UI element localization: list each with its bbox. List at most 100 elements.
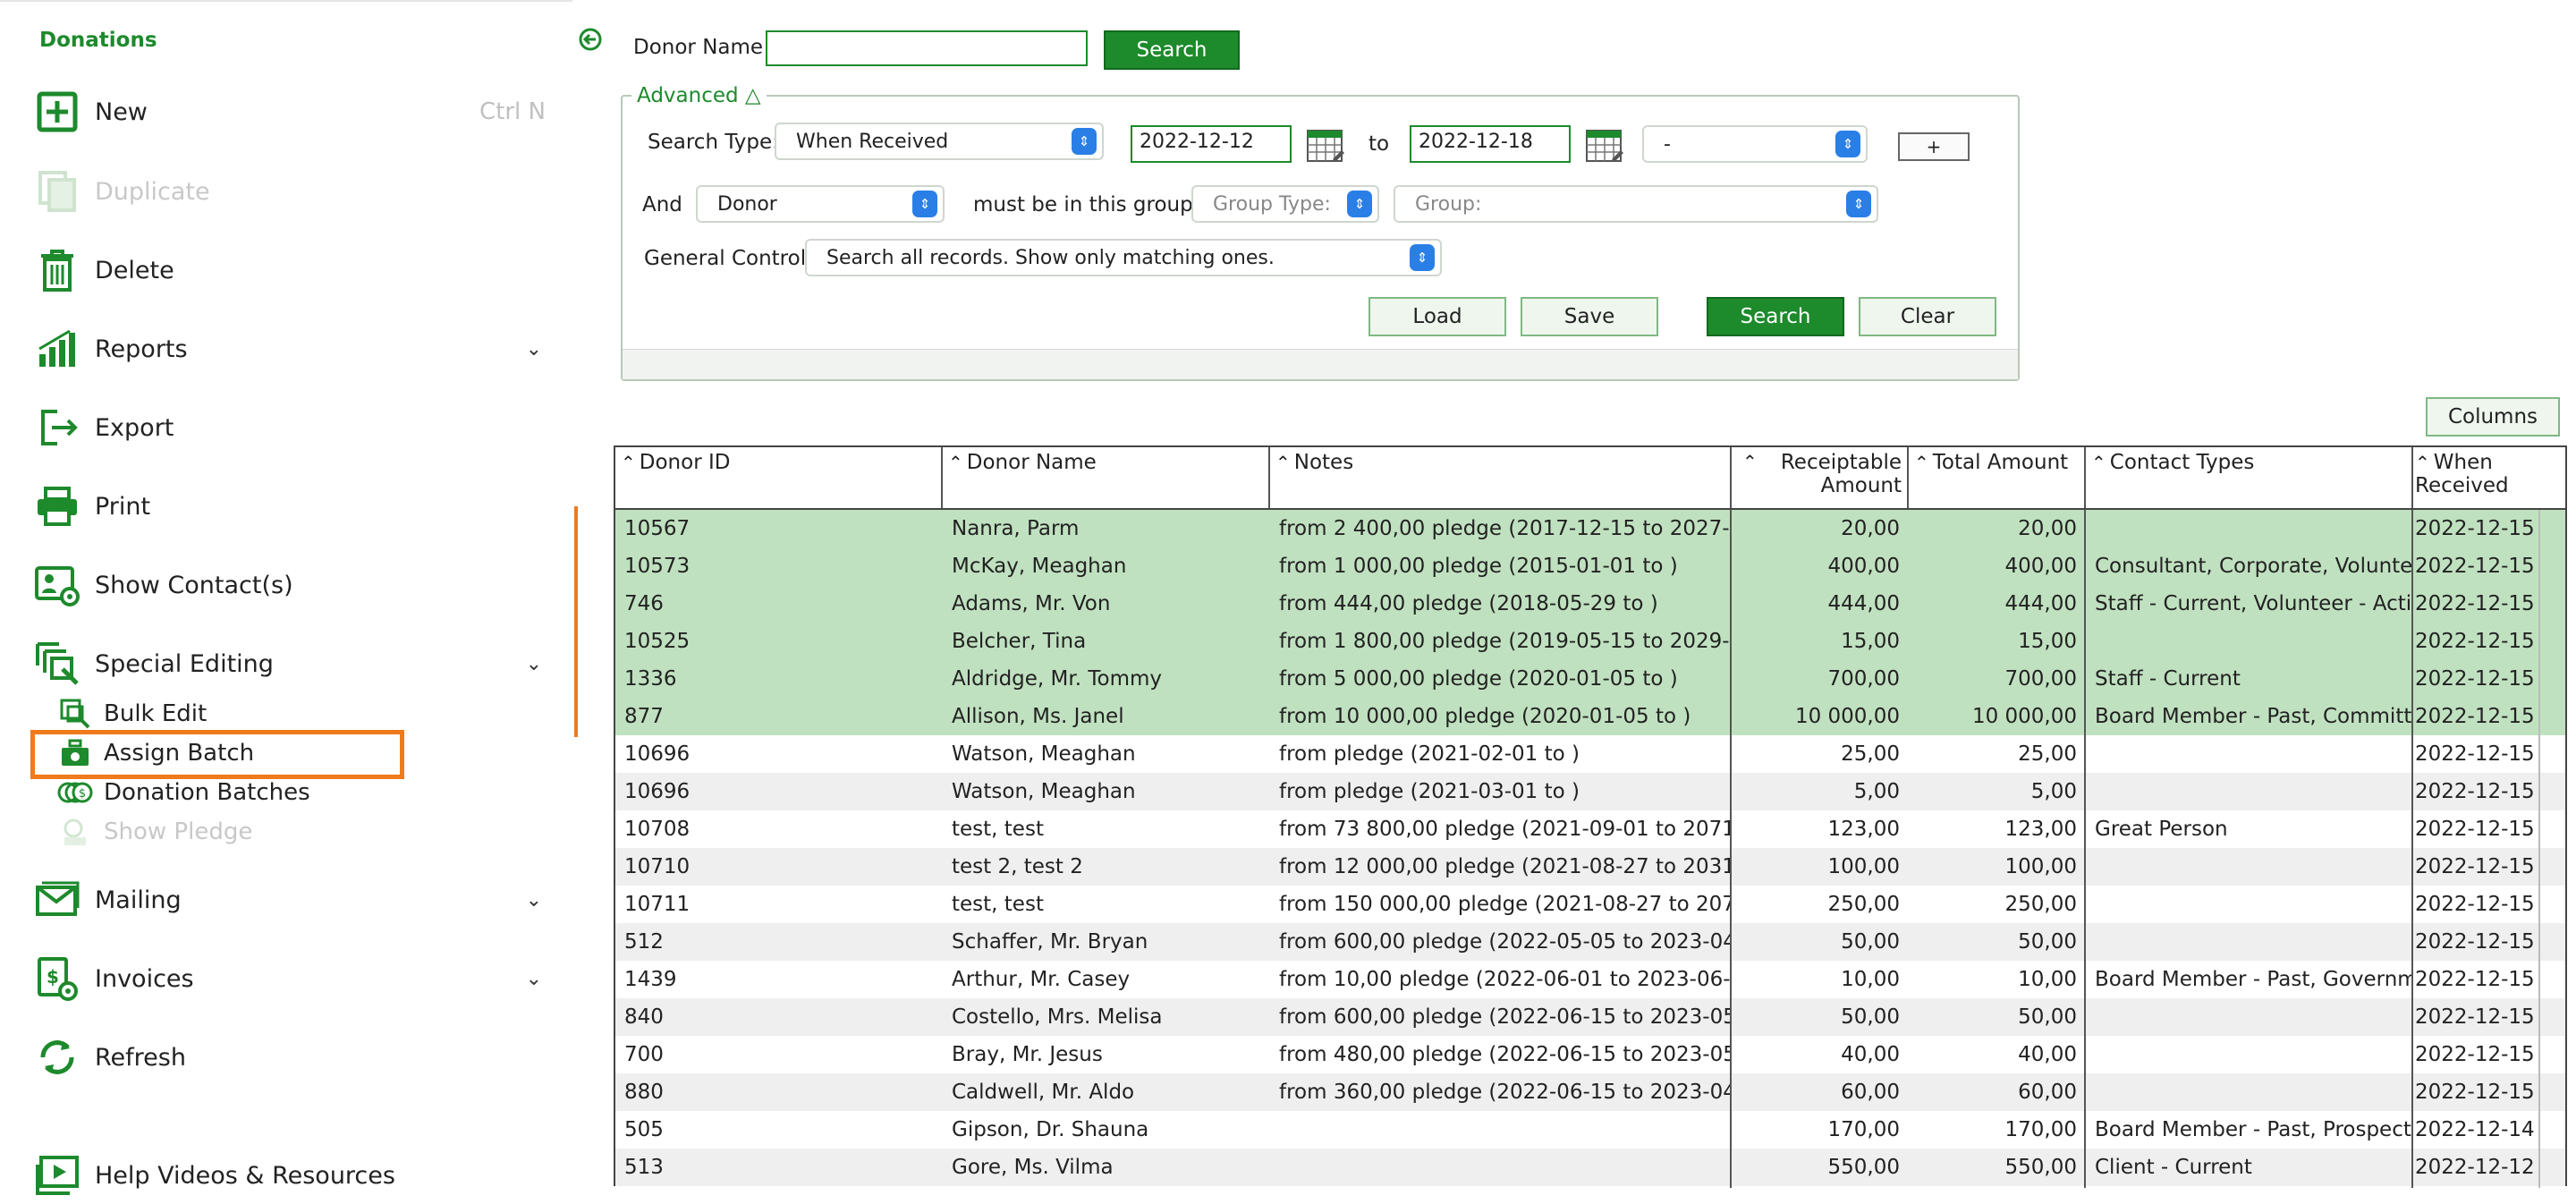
table-row[interactable]: 10573 McKay, Meaghan from 1 000,00 pledge … (615, 547, 2565, 585)
sidebar-item-export[interactable]: Export (32, 401, 560, 454)
table-row[interactable]: 513 Gore, Ms. Vilma 550,00 550,00 Client - C… (615, 1149, 2565, 1186)
table-row[interactable]: 505 Gipson, Dr. Shauna 170,00 170,00 Board M… (615, 1111, 2565, 1149)
table-row[interactable]: 10708 test, test from 73 800,00 pledge (20… (615, 810, 2565, 848)
cell-contact-types (2086, 998, 2413, 1036)
sidebar-item-label: Reports (95, 335, 188, 363)
table-row[interactable]: 10710 test 2, test 2 from 12 000,00 pledge… (615, 848, 2565, 886)
cell-receiptable-amount: 550,00 (1827, 1156, 1900, 1179)
load-button[interactable]: Load (1368, 297, 1506, 336)
and-entity-select[interactable]: Donor ⇕ (696, 185, 945, 223)
calendar-icon[interactable] (1306, 127, 1345, 166)
table-row[interactable]: 877 Allison, Ms. Janel from 10 000,00 pled… (615, 698, 2565, 735)
column-header-contact-types[interactable]: ⌃ Contact Types (2086, 447, 2413, 508)
search-type-select[interactable]: When Received ⇕ (775, 123, 1104, 160)
cell-total-amount: 100,00 (2004, 855, 2077, 878)
column-header-donor-name[interactable]: ⌃ Donor Name (943, 447, 1270, 508)
column-header-notes[interactable]: ⌃ Notes (1270, 447, 1732, 508)
column-header-donor-id[interactable]: ⌃ Donor ID (615, 447, 943, 508)
sidebar-item-help-videos[interactable]: Help Videos & Resources (32, 1149, 560, 1202)
table-row[interactable]: 700 Bray, Mr. Jesus from 480,00 pledge (20… (615, 1036, 2565, 1073)
sidebar-item-show-contacts[interactable]: Show Contact(s) (32, 558, 560, 612)
advanced-toggle[interactable]: Advanced △ (631, 84, 767, 107)
cell-donor-name: Arthur, Mr. Casey (952, 968, 1131, 991)
back-arrow-icon[interactable] (578, 27, 603, 55)
donor-name-input[interactable] (766, 30, 1088, 66)
sidebar-item-print[interactable]: Print (32, 479, 560, 533)
table-row[interactable]: 840 Costello, Mrs. Melisa from 600,00 pled… (615, 998, 2565, 1036)
chevron-down-icon[interactable]: ⌄ (526, 968, 542, 990)
cell-contact-types: Staff - Current (2095, 667, 2241, 691)
column-header-total-amount[interactable]: ⌃ Total Amount (1909, 447, 2086, 508)
sidebar-item-label: Show Contact(s) (95, 571, 293, 599)
cell-donor-id: 10696 (624, 780, 691, 803)
date-from-field[interactable]: 2022-12-12 (1131, 125, 1292, 163)
column-header-when-received[interactable]: ⌃ When Received (2413, 447, 2565, 508)
table-right-edge (2538, 510, 2540, 1188)
table-row[interactable]: 10696 Watson, Meaghan from pledge (2021-03… (615, 773, 2565, 810)
cell-notes: from 600,00 pledge (2022-05-05 to 2023-0… (1279, 930, 1732, 954)
sidebar-subitem-donation-batches[interactable]: $ Donation Batches (57, 775, 397, 810)
cell-notes: from 10,00 pledge (2022-06-01 to 2023-06… (1279, 968, 1732, 991)
video-icon (32, 1150, 82, 1200)
date-to-field[interactable]: 2022-12-18 (1410, 125, 1571, 163)
sidebar-item-invoices[interactable]: $ Invoices ⌄ (32, 952, 560, 1005)
sidebar-item-mailing[interactable]: Mailing ⌄ (32, 873, 560, 927)
cell-donor-id: 10710 (624, 855, 691, 878)
cell-receiptable-amount: 20,00 (1841, 517, 1900, 540)
sidebar-item-delete[interactable]: Delete (32, 243, 560, 297)
group-select[interactable]: Group: ⇕ (1394, 185, 1878, 223)
cell-when-received: 2022-12-12 (2415, 1156, 2535, 1179)
date-range-select[interactable]: - ⇕ (1642, 125, 1868, 163)
sort-icon: ⌃ (2091, 452, 2106, 473)
chevron-down-icon[interactable]: ⌄ (526, 653, 542, 675)
column-header-label: Received (2415, 474, 2509, 497)
add-criteria-button[interactable]: + (1898, 132, 1970, 161)
general-control-select[interactable]: Search all records. Show only matching o… (805, 239, 1442, 276)
table-row[interactable]: 10525 Belcher, Tina from 1 800,00 pledge (… (615, 623, 2565, 660)
cell-contact-types: Board Member - Past, Committee (2095, 705, 2413, 728)
table-row[interactable]: 880 Caldwell, Mr. Aldo from 360,00 pledge … (615, 1073, 2565, 1111)
sidebar-item-refresh[interactable]: Refresh (32, 1030, 560, 1084)
table-row[interactable]: 10567 Nanra, Parm from 2 400,00 pledge (20… (615, 510, 2565, 547)
sidebar-item-special-editing[interactable]: Special Editing ⌄ (32, 637, 560, 691)
clear-button[interactable]: Clear (1859, 297, 1996, 336)
save-button[interactable]: Save (1521, 297, 1658, 336)
sidebar-subitem-show-pledge[interactable]: Show Pledge (57, 814, 397, 850)
printer-icon (32, 481, 82, 531)
columns-button[interactable]: Columns (2426, 397, 2560, 437)
table-row[interactable]: 1439 Arthur, Mr. Casey from 10,00 pledge (… (615, 961, 2565, 998)
cell-donor-name: Nanra, Parm (952, 517, 1080, 540)
sidebar-item-new[interactable]: New Ctrl N (32, 85, 560, 139)
cell-receiptable-amount: 100,00 (1827, 855, 1900, 878)
sidebar-item-label: New (95, 98, 148, 126)
table-row[interactable]: 1336 Aldridge, Mr. Tommy from 5 000,00 ple… (615, 660, 2565, 698)
calendar-icon[interactable] (1585, 127, 1624, 166)
table-row[interactable]: 10696 Watson, Meaghan from pledge (2021-02… (615, 735, 2565, 773)
advanced-search-button[interactable]: Search (1707, 297, 1844, 336)
column-header-receiptable-amount[interactable]: ⌃ Receiptable Amount (1732, 447, 1909, 508)
column-header-label: Donor ID (639, 451, 731, 474)
cell-total-amount: 123,00 (2004, 818, 2077, 841)
cell-when-received: 2022-12-15 (2415, 705, 2535, 728)
table-row[interactable]: 746 Adams, Mr. Von from 444,00 pledge (201… (615, 585, 2565, 623)
cell-total-amount: 700,00 (2004, 667, 2077, 691)
cell-donor-id: 10711 (624, 893, 691, 916)
refresh-icon (32, 1032, 82, 1082)
cell-total-amount: 250,00 (2004, 893, 2077, 916)
cell-donor-name: Costello, Mrs. Melisa (952, 1005, 1163, 1029)
cell-contact-types (2086, 886, 2413, 923)
special-edit-icon (32, 639, 82, 689)
cell-total-amount: 60,00 (2018, 1081, 2077, 1104)
sidebar-item-duplicate[interactable]: Duplicate (32, 165, 560, 218)
group-type-select[interactable]: Group Type: ⇕ (1191, 185, 1379, 223)
table-row[interactable]: 10711 test, test from 150 000,00 pledge (2… (615, 886, 2565, 923)
chevron-down-icon[interactable]: ⌄ (526, 338, 542, 360)
cell-total-amount: 20,00 (2018, 517, 2077, 540)
sidebar-item-reports[interactable]: Reports ⌄ (32, 322, 560, 376)
chevron-down-icon[interactable]: ⌄ (526, 889, 542, 911)
sidebar-subitem-label: Donation Batches (104, 779, 310, 806)
sidebar-subitem-bulk-edit[interactable]: Bulk Edit (57, 696, 397, 732)
cell-notes: from 2 400,00 pledge (2017-12-15 to 2027… (1279, 517, 1732, 540)
table-row[interactable]: 512 Schaffer, Mr. Bryan from 600,00 pledge… (615, 923, 2565, 961)
donor-search-button[interactable]: Search (1104, 30, 1240, 70)
